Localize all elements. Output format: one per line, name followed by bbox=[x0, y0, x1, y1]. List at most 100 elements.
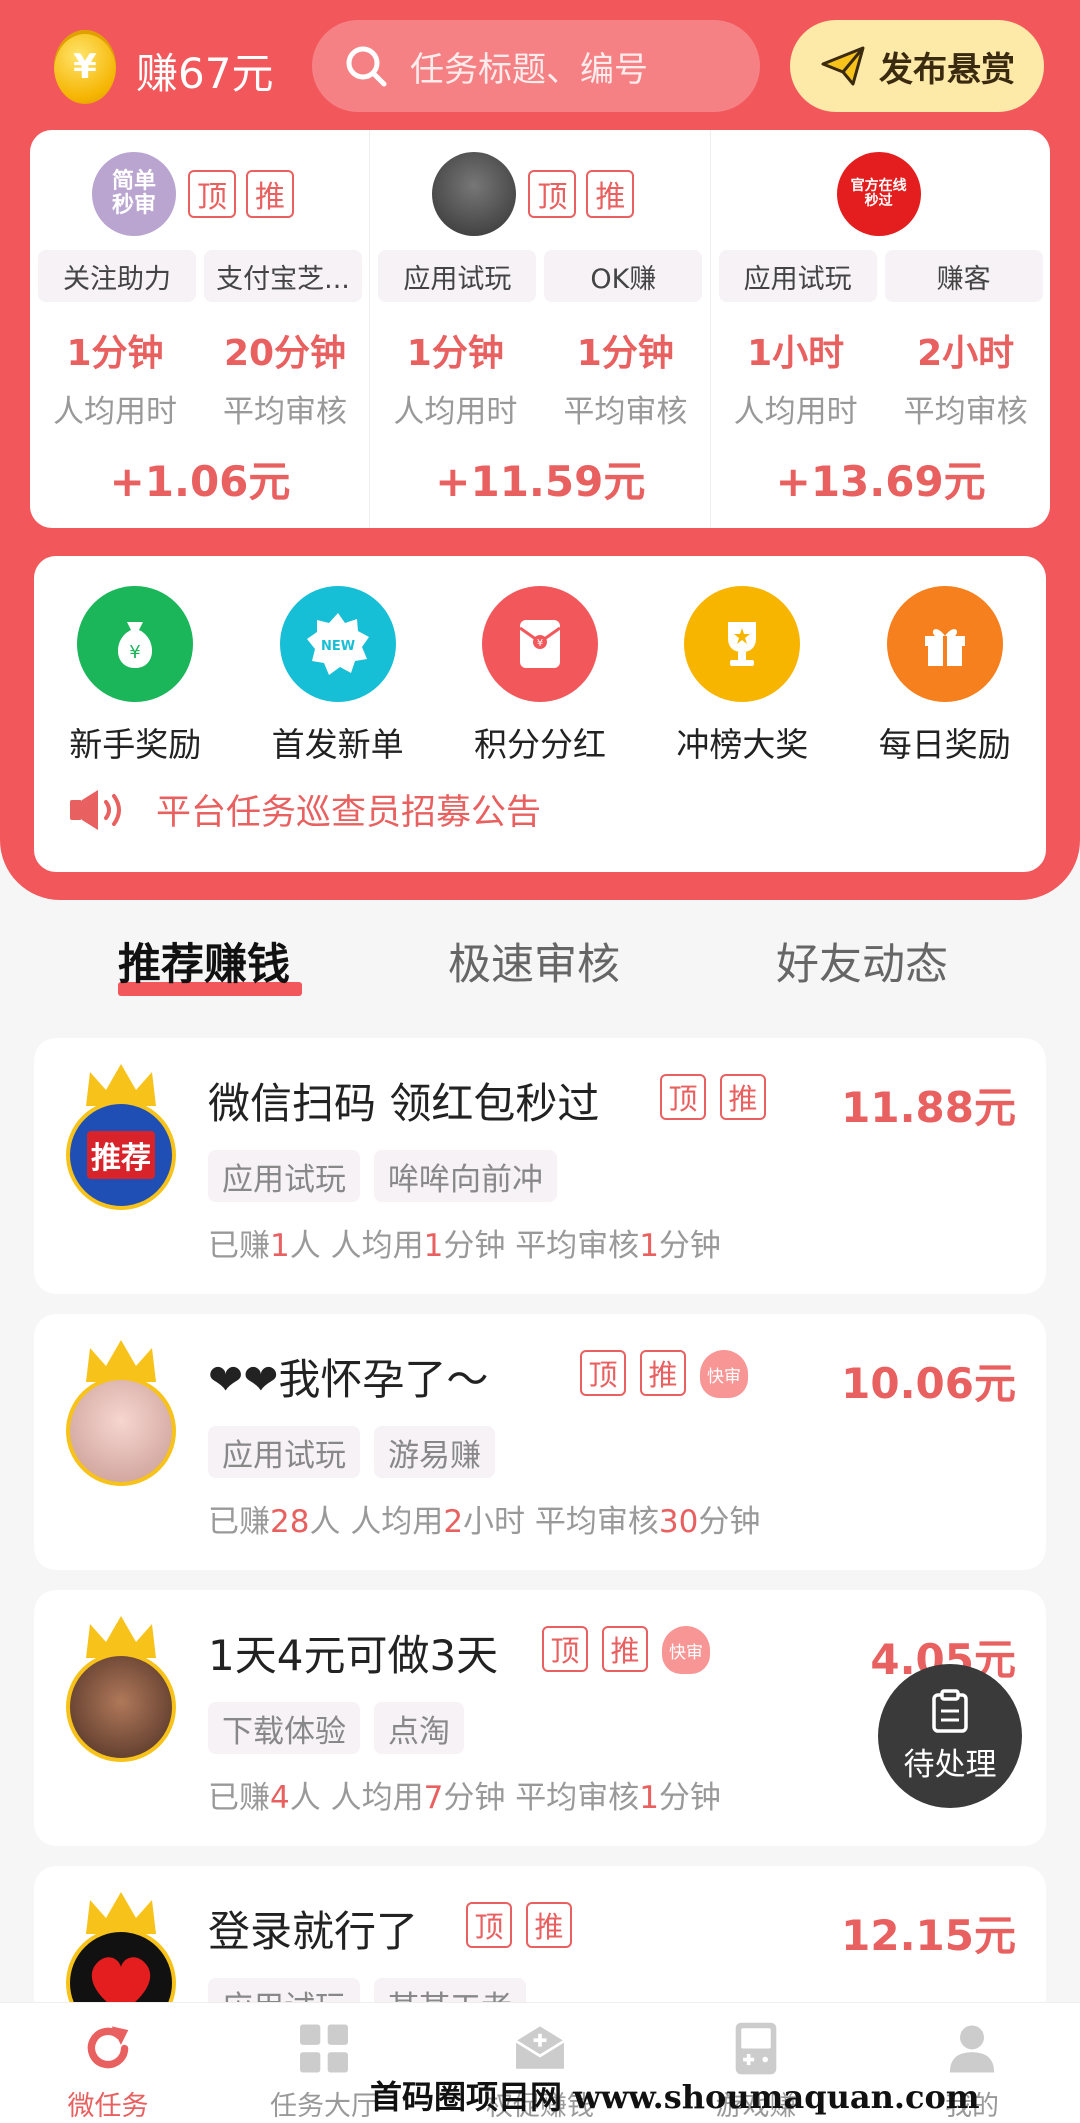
avg-time-value: 1分钟 bbox=[66, 333, 164, 374]
tab-fast-review[interactable]: 极速审核 bbox=[448, 930, 620, 992]
card-stat-labels: 人均用时 平均审核 bbox=[30, 386, 370, 431]
card-avatar: 简单 秒审 bbox=[92, 152, 176, 236]
task-avatar bbox=[66, 1652, 176, 1762]
task-avatar: 推荐 bbox=[66, 1100, 176, 1210]
task-card[interactable]: ❤❤我怀孕了～ 顶 推 快审 10.06元 应用试玩 游易赚 已赚28人 人均用… bbox=[34, 1314, 1046, 1570]
menu-label: 新手奖励 bbox=[69, 725, 202, 764]
pending-button[interactable]: 待处理 bbox=[878, 1664, 1022, 1808]
paper-plane-icon bbox=[821, 46, 865, 86]
card-tag: 赚客 bbox=[884, 250, 1043, 302]
avg-time-label: 人均用时 bbox=[733, 394, 858, 430]
avg-review-value: 2小时 bbox=[917, 333, 1015, 374]
announcement-text: 平台任务巡查员招募公告 bbox=[156, 793, 542, 833]
card-tag: 应用试玩 bbox=[378, 250, 537, 302]
avg-review-value: 20分钟 bbox=[223, 333, 347, 374]
card-stat-labels: 人均用时 平均审核 bbox=[711, 386, 1051, 431]
speaker-icon bbox=[70, 789, 121, 830]
gift-icon bbox=[886, 586, 1003, 702]
money-bag-icon: ¥ bbox=[77, 586, 194, 702]
card-tag: 关注助力 bbox=[38, 250, 196, 302]
task-tag: 下载体验 bbox=[208, 1702, 360, 1754]
menu-label: 冲榜大奖 bbox=[676, 725, 809, 764]
tab-friend-activity[interactable]: 好友动态 bbox=[776, 930, 948, 992]
task-card[interactable]: 推荐 微信扫码 领红包秒过 顶 推 11.88元 应用试玩 哞哞向前冲 已赚1人… bbox=[34, 1038, 1046, 1294]
card-tag: 支付宝芝... bbox=[204, 250, 362, 302]
task-tag: 游易赚 bbox=[374, 1426, 495, 1478]
avg-time-label: 人均用时 bbox=[393, 394, 518, 430]
new-badge-icon: NEW bbox=[279, 586, 396, 702]
refresh-icon bbox=[87, 2026, 129, 2069]
menu-label: 每日奖励 bbox=[878, 725, 1011, 764]
earned-amount[interactable]: 赚67元 bbox=[136, 40, 273, 101]
tab-recommended[interactable]: 推荐赚钱 bbox=[118, 930, 290, 992]
publish-reward-button[interactable]: 发布悬赏 bbox=[790, 20, 1044, 112]
push-badge: 推 bbox=[640, 1350, 686, 1396]
menu-item-points-dividend[interactable]: ¥ 积分分红 bbox=[439, 586, 641, 766]
card-avatar bbox=[432, 152, 517, 236]
avg-review-label: 平均审核 bbox=[563, 394, 688, 430]
gamepad-icon bbox=[735, 2022, 777, 2075]
avg-review-label: 平均审核 bbox=[903, 394, 1028, 430]
top-badge: 顶 bbox=[660, 1074, 706, 1120]
card-stat-labels: 人均用时 平均审核 bbox=[370, 386, 710, 431]
task-tag: 应用试玩 bbox=[208, 1150, 360, 1202]
red-envelope-icon: ¥ bbox=[481, 586, 598, 702]
box-icon bbox=[515, 2026, 565, 2069]
task-title: 1天4元可做3天 bbox=[208, 1631, 499, 1680]
avatar-text: 推荐 bbox=[87, 1131, 155, 1179]
task-title: 登录就行了 bbox=[208, 1907, 419, 1956]
nav-micro-task[interactable]: 微任务 bbox=[0, 2003, 216, 2123]
task-tabs: 推荐赚钱 极速审核 好友动态 bbox=[0, 930, 1080, 1000]
avg-time-label: 人均用时 bbox=[53, 394, 177, 430]
pending-label: 待处理 bbox=[903, 1746, 997, 1783]
fast-review-badge: 快审 bbox=[662, 1626, 710, 1674]
task-stats: 已赚1人 人均用1分钟 平均审核1分钟 bbox=[208, 1228, 721, 1264]
svg-text:¥: ¥ bbox=[537, 638, 543, 649]
card-stats: 1分钟 20分钟 bbox=[30, 324, 370, 376]
task-avatar bbox=[66, 1376, 176, 1486]
top-badge: 顶 bbox=[188, 170, 236, 218]
top-badge: 顶 bbox=[580, 1350, 626, 1396]
push-badge: 推 bbox=[602, 1626, 648, 1672]
avg-review-value: 1分钟 bbox=[576, 333, 674, 374]
task-stats: 已赚28人 人均用2小时 平均审核30分钟 bbox=[208, 1504, 761, 1540]
card-amount: +1.06元 bbox=[109, 457, 291, 506]
watermark: 首码圈项目网 www.shoumaquan.com bbox=[370, 2078, 980, 2116]
announcement-bar[interactable]: 平台任务巡查员招募公告 bbox=[68, 784, 541, 835]
top-bar: ¥ 赚67元 任务标题、编号 发布悬赏 bbox=[0, 16, 1080, 116]
featured-card[interactable]: 简单 秒审 顶 推 关注助力 支付宝芝... 1分钟 20分钟 人均用时 平均审… bbox=[30, 130, 371, 528]
push-badge: 推 bbox=[720, 1074, 766, 1120]
task-tag: 点淘 bbox=[374, 1702, 464, 1754]
fast-review-badge: 快审 bbox=[700, 1350, 748, 1398]
publish-reward-label: 发布悬赏 bbox=[879, 49, 1015, 90]
nav-label: 微任务 bbox=[67, 2091, 149, 2122]
task-price: 11.88元 bbox=[841, 1083, 1016, 1132]
grid-icon bbox=[300, 2024, 348, 2073]
push-badge: 推 bbox=[246, 170, 294, 218]
menu-label: 首发新单 bbox=[271, 725, 404, 764]
push-badge: 推 bbox=[526, 1902, 572, 1948]
featured-tasks: 简单 秒审 顶 推 关注助力 支付宝芝... 1分钟 20分钟 人均用时 平均审… bbox=[30, 130, 1050, 528]
nav-label: 任务大厅 bbox=[270, 2091, 378, 2122]
menu-item-newbie-reward[interactable]: ¥ 新手奖励 bbox=[34, 586, 236, 766]
featured-card[interactable]: 官方在线 秒过 应用试玩 赚客 1小时 2小时 人均用时 平均审核 +13.69… bbox=[711, 130, 1050, 528]
avg-time-value: 1小时 bbox=[747, 333, 845, 374]
menu-item-ranking-prize[interactable]: 冲榜大奖 bbox=[641, 586, 843, 766]
coin-icon: ¥ bbox=[54, 30, 116, 104]
menu-item-first-order[interactable]: NEW 首发新单 bbox=[236, 586, 438, 766]
card-avatar: 官方在线 秒过 bbox=[836, 152, 921, 236]
quick-menu: ¥ 新手奖励 NEW 首发新单 ¥ 积分分红 冲榜大奖 每日奖励 平台任务巡查员… bbox=[34, 556, 1046, 872]
search-icon bbox=[346, 46, 387, 87]
card-tag: 应用试玩 bbox=[718, 250, 877, 302]
task-stats: 已赚4人 人均用7分钟 平均审核1分钟 bbox=[208, 1780, 721, 1816]
trophy-icon bbox=[684, 586, 801, 702]
clipboard-icon bbox=[932, 1688, 968, 1733]
search-input[interactable]: 任务标题、编号 bbox=[312, 20, 760, 112]
user-icon bbox=[949, 2025, 995, 2073]
card-amount: +13.69元 bbox=[775, 457, 986, 506]
card-tag: OK赚 bbox=[544, 250, 703, 302]
task-tag: 哞哞向前冲 bbox=[374, 1150, 557, 1202]
featured-card[interactable]: 顶 推 应用试玩 OK赚 1分钟 1分钟 人均用时 平均审核 +11.59元 bbox=[370, 130, 711, 528]
menu-item-daily-reward[interactable]: 每日奖励 bbox=[844, 586, 1046, 766]
card-stats: 1分钟 1分钟 bbox=[370, 324, 710, 376]
